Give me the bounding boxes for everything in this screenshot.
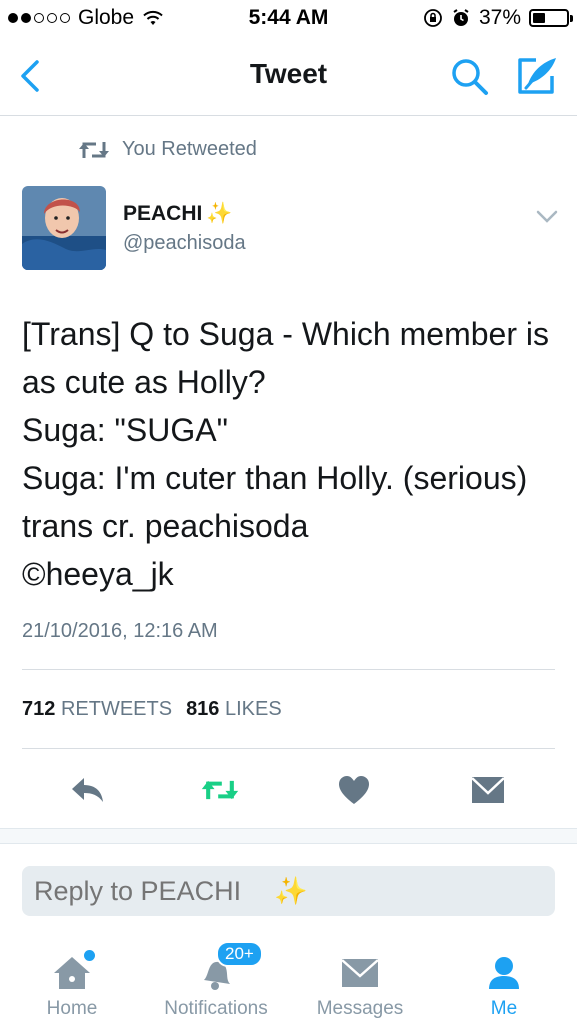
envelope-icon-wrap [330, 948, 390, 998]
sparkles-emoji: ✨ [274, 876, 308, 906]
like-count: 816 [186, 698, 220, 720]
person-icon-wrap [474, 948, 534, 998]
battery-percent: 37% [478, 6, 521, 29]
bell-icon-wrap: 20+ [186, 941, 263, 998]
unread-indicator [84, 950, 95, 961]
rotation-lock-icon [424, 9, 442, 27]
reply-box[interactable]: ✨ [22, 866, 555, 916]
likes-stat[interactable]: 816 LIKES [186, 698, 282, 721]
status-right: 37% [423, 6, 573, 30]
like-button[interactable] [334, 774, 374, 806]
retweet-button[interactable] [200, 774, 240, 806]
retweets-stat[interactable]: 712 RETWEETS [22, 698, 172, 721]
chevron-down-icon [536, 210, 558, 223]
retweet-icon [79, 141, 109, 158]
retweet-context: You Retweeted [78, 138, 257, 161]
compose-button[interactable] [514, 54, 560, 98]
divider [22, 748, 555, 749]
author-name-text: PEACHI [123, 202, 203, 225]
tab-notifications[interactable]: 20+ Notifications [156, 936, 276, 1024]
divider [22, 669, 555, 670]
sparkles-emoji: ✨ [206, 202, 233, 225]
direct-message-button[interactable] [468, 774, 508, 806]
author-handle[interactable]: @peachisoda [123, 232, 246, 255]
reply-button[interactable] [68, 774, 108, 806]
retweet-count: 712 [22, 698, 56, 720]
reply-icon [72, 778, 103, 802]
tweet-stats: 712 RETWEETS 816 LIKES [22, 698, 282, 721]
search-icon [452, 59, 488, 95]
like-label: LIKES [225, 698, 282, 720]
person-icon [489, 957, 519, 989]
search-button[interactable] [448, 56, 492, 98]
tab-bar: Home 20+ Notifications Messages Me [0, 936, 577, 1024]
tab-home[interactable]: Home [42, 936, 102, 1024]
tweet-timestamp: 21/10/2016, 12:16 AM [22, 620, 218, 642]
section-separator [0, 828, 577, 844]
tweet-text: [Trans] Q to Suga - Which member is as c… [22, 316, 549, 592]
notification-badge: 20+ [216, 941, 263, 967]
reply-input[interactable] [34, 875, 274, 907]
envelope-icon [341, 959, 379, 987]
dm-icon [471, 777, 505, 803]
retweet-icon [201, 780, 239, 800]
tweet-menu-button[interactable] [534, 206, 560, 226]
tab-label: Home [46, 998, 98, 1019]
tab-label: Messages [316, 998, 404, 1019]
tab-label: Notifications [164, 998, 268, 1019]
alarm-icon [453, 9, 469, 26]
status-bar: Globe 5:44 AM 37% [0, 0, 577, 38]
retweet-context-label: You Retweeted [122, 138, 257, 160]
tab-label: Me [490, 998, 518, 1019]
like-icon [339, 776, 369, 804]
avatar[interactable] [22, 186, 106, 270]
retweet-label: RETWEETS [60, 698, 173, 720]
compose-icon [518, 58, 556, 94]
tab-messages[interactable]: Messages [312, 936, 408, 1024]
home-icon-wrap [42, 948, 102, 998]
nav-bar: Tweet [0, 38, 577, 116]
tab-me[interactable]: Me [474, 936, 534, 1024]
tweet-actions [0, 766, 577, 812]
battery-icon [529, 9, 573, 27]
author-name[interactable]: PEACHI ✨ [123, 202, 233, 226]
